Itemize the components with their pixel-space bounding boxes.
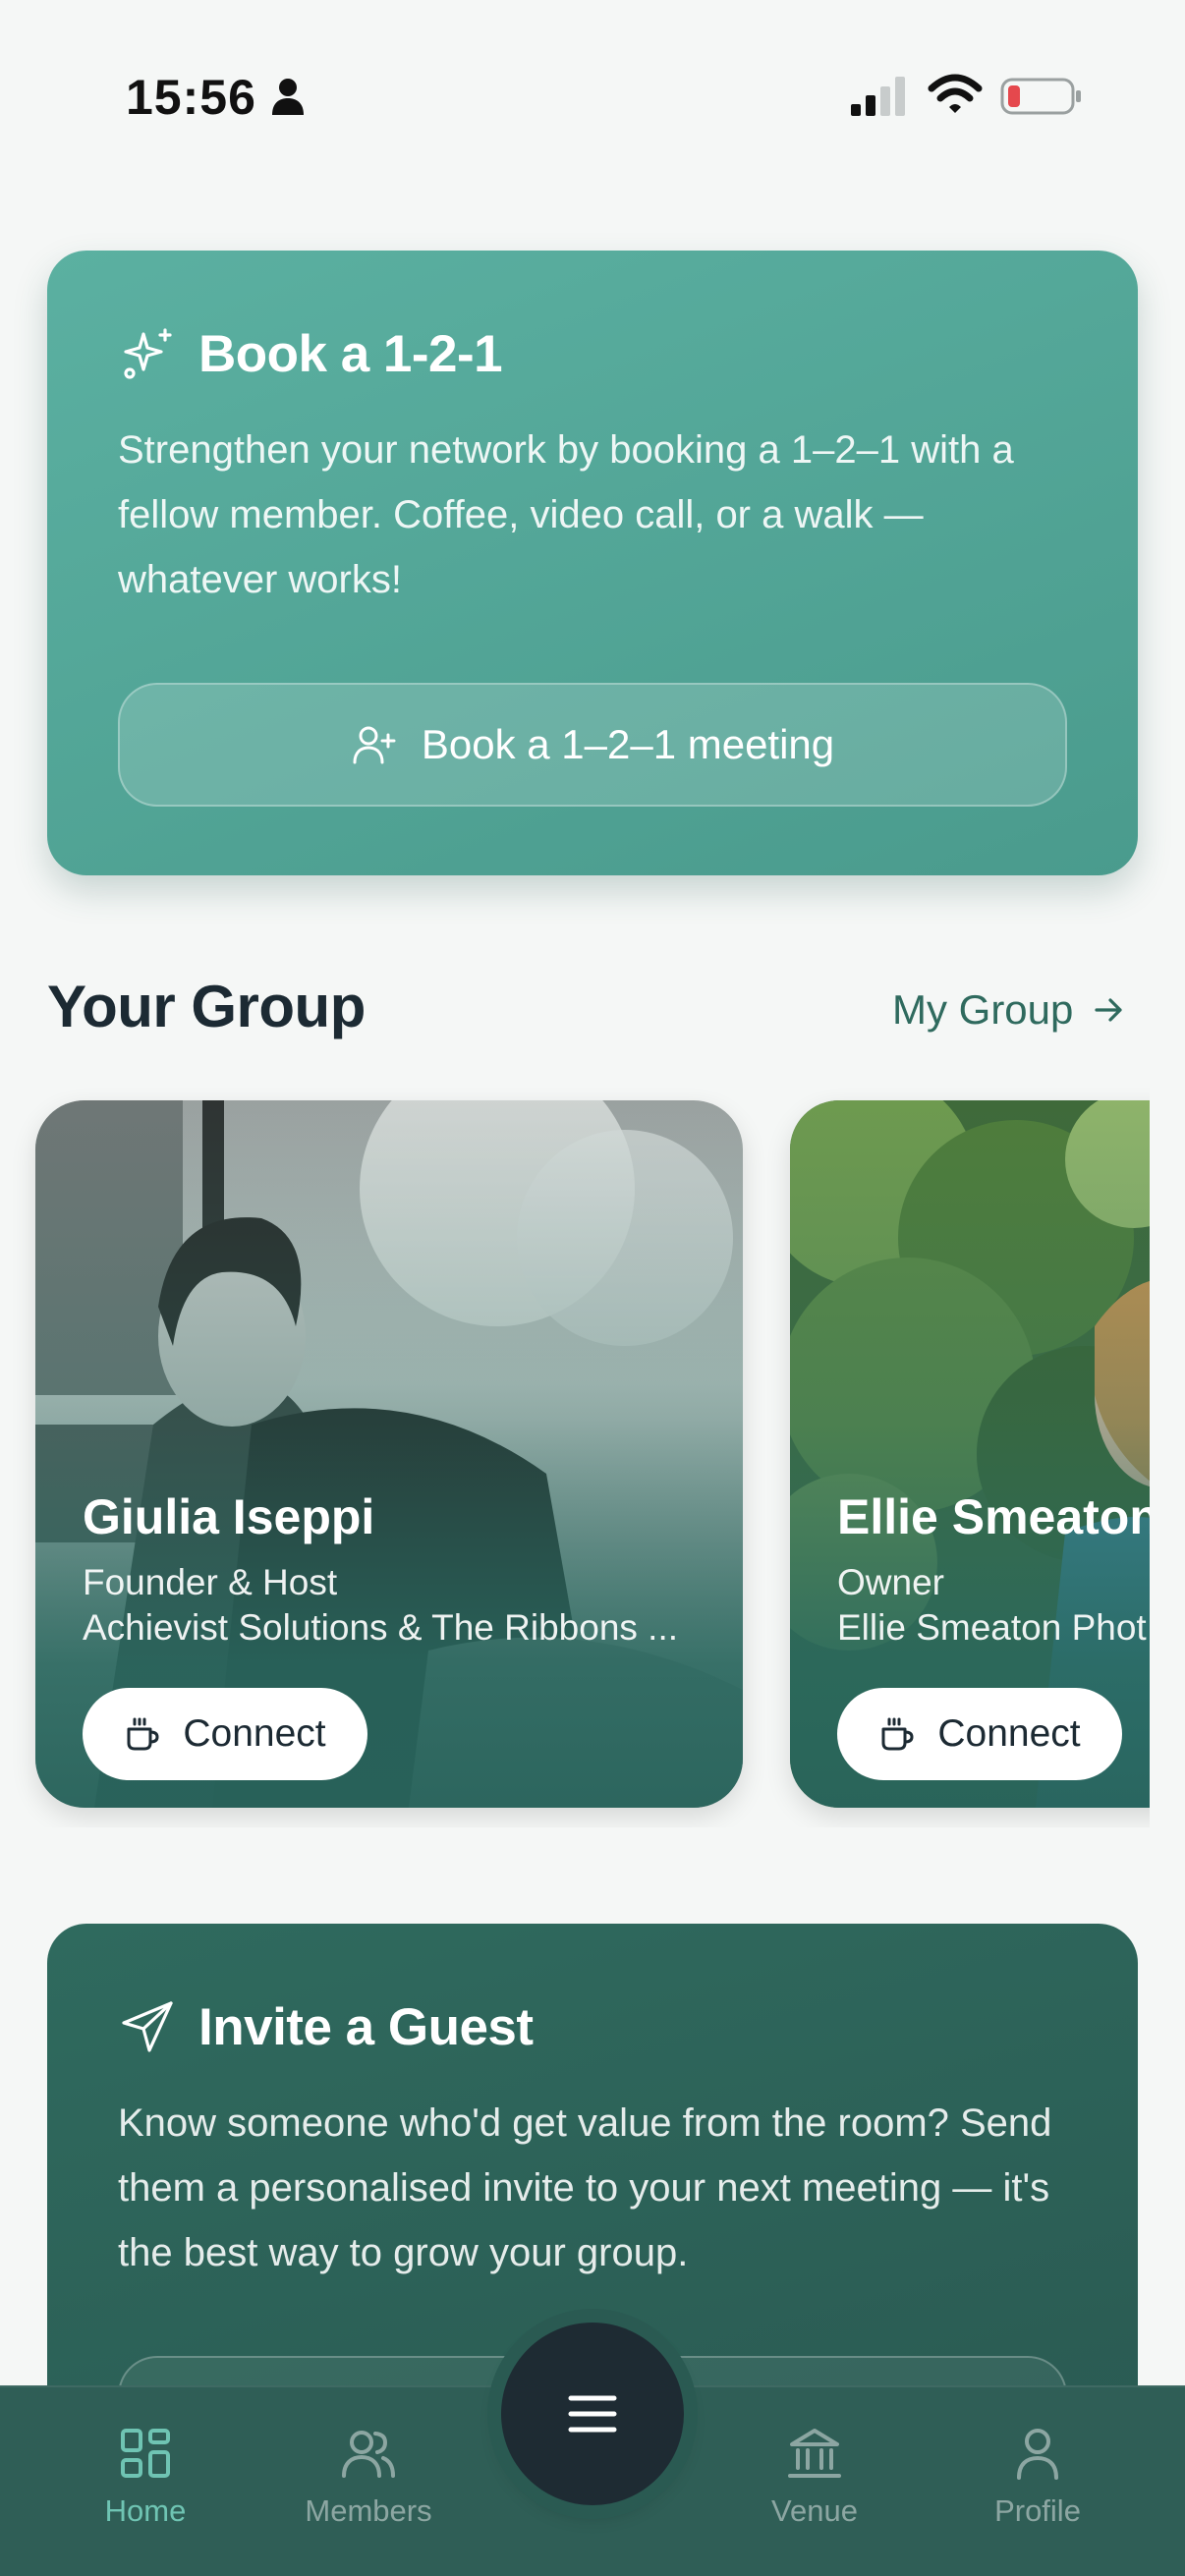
invite-card-description: Know someone who'd get value from the ro…: [118, 2101, 1052, 2274]
member-company: Achievist Solutions & The Ribbons ...: [83, 1607, 679, 1648]
wifi-icon: [928, 74, 983, 113]
user-plus-icon: [353, 726, 396, 764]
book-meeting-label: Book a 1–2–1 meeting: [421, 721, 835, 767]
member-role: Founder & Host: [83, 1562, 338, 1602]
send-icon: [122, 2001, 173, 2052]
member-card[interactable]: Giulia Iseppi Founder & Host Achievist S…: [35, 1100, 743, 1808]
menu-button[interactable]: [501, 2323, 684, 2505]
connect-label: Connect: [937, 1712, 1081, 1755]
connect-label: Connect: [183, 1712, 326, 1755]
member-name: Giulia Iseppi: [83, 1489, 375, 1544]
nav-home[interactable]: Home: [57, 2425, 234, 2529]
invite-card-title: Invite a Guest: [198, 1997, 534, 2056]
book-meeting-button[interactable]: Book a 1–2–1 meeting: [118, 683, 1067, 807]
connect-button[interactable]: Connect: [837, 1688, 1122, 1780]
profile-icon: [1017, 2429, 1058, 2480]
cellular-signal-icon: [851, 77, 905, 116]
home-grid-icon: [121, 2429, 170, 2478]
nav-members[interactable]: Members: [280, 2425, 457, 2529]
nav-venue[interactable]: Venue: [726, 2425, 903, 2529]
members-carousel[interactable]: Giulia Iseppi Founder & Host Achievist S…: [0, 1081, 1150, 1827]
group-section-title: Your Group: [47, 974, 366, 1039]
nav-members-label: Members: [305, 2493, 432, 2528]
member-name: Ellie Smeaton: [837, 1489, 1150, 1544]
connect-button[interactable]: Connect: [83, 1688, 367, 1780]
book-card-description: Strengthen your network by booking a 1–2…: [118, 428, 1014, 601]
arrow-right-icon: [1095, 998, 1122, 1022]
person-icon: [272, 79, 304, 115]
sparkles-icon: [124, 328, 172, 379]
member-card[interactable]: Ellie Smeaton Owner Ellie Smeaton Phot C…: [790, 1100, 1150, 1808]
book-card-title: Book a 1-2-1: [198, 324, 503, 383]
users-icon: [342, 2431, 395, 2478]
member-company: Ellie Smeaton Phot: [837, 1607, 1147, 1648]
coffee-cup-icon: [881, 1717, 914, 1751]
book-card: Book a 1-2-1 Strengthen your network by …: [47, 251, 1138, 875]
my-group-link[interactable]: My Group: [892, 986, 1126, 1034]
status-bar: 15:56: [0, 0, 1185, 196]
menu-icon: [568, 2395, 617, 2433]
my-group-label: My Group: [892, 986, 1074, 1033]
status-time: 15:56: [126, 70, 256, 125]
nav-home-label: Home: [104, 2493, 187, 2528]
nav-profile-label: Profile: [994, 2493, 1081, 2528]
nav-profile[interactable]: Profile: [949, 2425, 1126, 2529]
nav-venue-label: Venue: [771, 2493, 858, 2528]
coffee-cup-icon: [127, 1717, 159, 1751]
battery-low-icon: [1000, 78, 1081, 115]
member-role: Owner: [837, 1562, 944, 1602]
venue-building-icon: [788, 2429, 841, 2478]
